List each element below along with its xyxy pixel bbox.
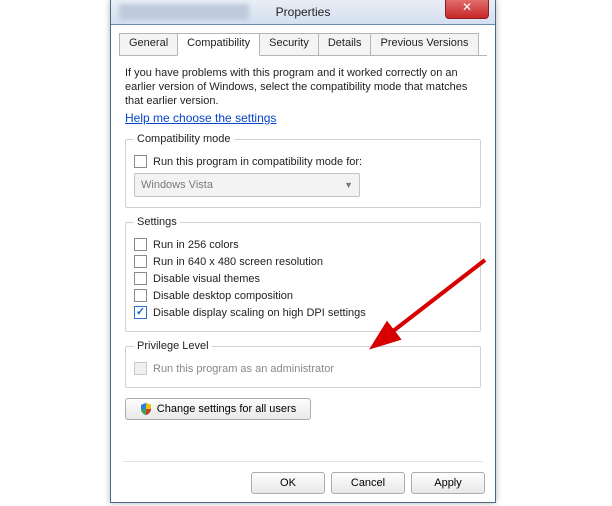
tab-security[interactable]: Security bbox=[259, 33, 319, 55]
shield-icon bbox=[140, 403, 152, 415]
combo-os-value: Windows Vista bbox=[141, 179, 213, 191]
tab-general[interactable]: General bbox=[119, 33, 178, 55]
label-disable-desktop-composition: Disable desktop composition bbox=[153, 290, 293, 302]
cancel-button[interactable]: Cancel bbox=[331, 472, 405, 494]
checkbox-disable-dpi-scaling[interactable] bbox=[134, 306, 147, 319]
checkbox-disable-visual-themes[interactable] bbox=[134, 272, 147, 285]
change-all-users-label: Change settings for all users bbox=[157, 403, 296, 415]
tab-content: If you have problems with this program a… bbox=[111, 56, 495, 420]
legend-settings: Settings bbox=[134, 216, 180, 228]
legend-privilege: Privilege Level bbox=[134, 340, 212, 352]
properties-dialog: Properties ✕ General Compatibility Secur… bbox=[110, 0, 496, 503]
label-run-compat-mode: Run this program in compatibility mode f… bbox=[153, 156, 362, 168]
checkbox-640x480[interactable] bbox=[134, 255, 147, 268]
titlebar: Properties ✕ bbox=[111, 0, 495, 25]
tab-previous-versions[interactable]: Previous Versions bbox=[370, 33, 478, 55]
intro-text: If you have problems with this program a… bbox=[125, 66, 481, 108]
tab-details[interactable]: Details bbox=[318, 33, 372, 55]
legend-compat-mode: Compatibility mode bbox=[134, 133, 234, 145]
label-256-colors: Run in 256 colors bbox=[153, 239, 239, 251]
checkbox-run-as-admin[interactable] bbox=[134, 362, 147, 375]
group-compatibility-mode: Compatibility mode Run this program in c… bbox=[125, 133, 481, 208]
label-run-as-admin: Run this program as an administrator bbox=[153, 363, 334, 375]
change-all-users-button[interactable]: Change settings for all users bbox=[125, 398, 311, 420]
checkbox-disable-desktop-composition[interactable] bbox=[134, 289, 147, 302]
label-disable-visual-themes: Disable visual themes bbox=[153, 273, 260, 285]
label-640x480: Run in 640 x 480 screen resolution bbox=[153, 256, 323, 268]
ok-button[interactable]: OK bbox=[251, 472, 325, 494]
window-title: Properties bbox=[111, 5, 495, 19]
help-link[interactable]: Help me choose the settings bbox=[125, 111, 276, 125]
group-privilege-level: Privilege Level Run this program as an a… bbox=[125, 340, 481, 388]
chevron-down-icon: ▼ bbox=[344, 180, 353, 190]
tab-compatibility[interactable]: Compatibility bbox=[177, 33, 260, 56]
label-disable-dpi-scaling: Disable display scaling on high DPI sett… bbox=[153, 307, 366, 319]
combo-os-version[interactable]: Windows Vista ▼ bbox=[134, 173, 360, 197]
tab-strip: General Compatibility Security Details P… bbox=[119, 33, 487, 56]
dialog-footer: OK Cancel Apply bbox=[251, 462, 485, 494]
close-button[interactable]: ✕ bbox=[445, 0, 489, 19]
group-settings: Settings Run in 256 colors Run in 640 x … bbox=[125, 216, 481, 332]
apply-button[interactable]: Apply bbox=[411, 472, 485, 494]
checkbox-256-colors[interactable] bbox=[134, 238, 147, 251]
checkbox-run-compat-mode[interactable] bbox=[134, 155, 147, 168]
